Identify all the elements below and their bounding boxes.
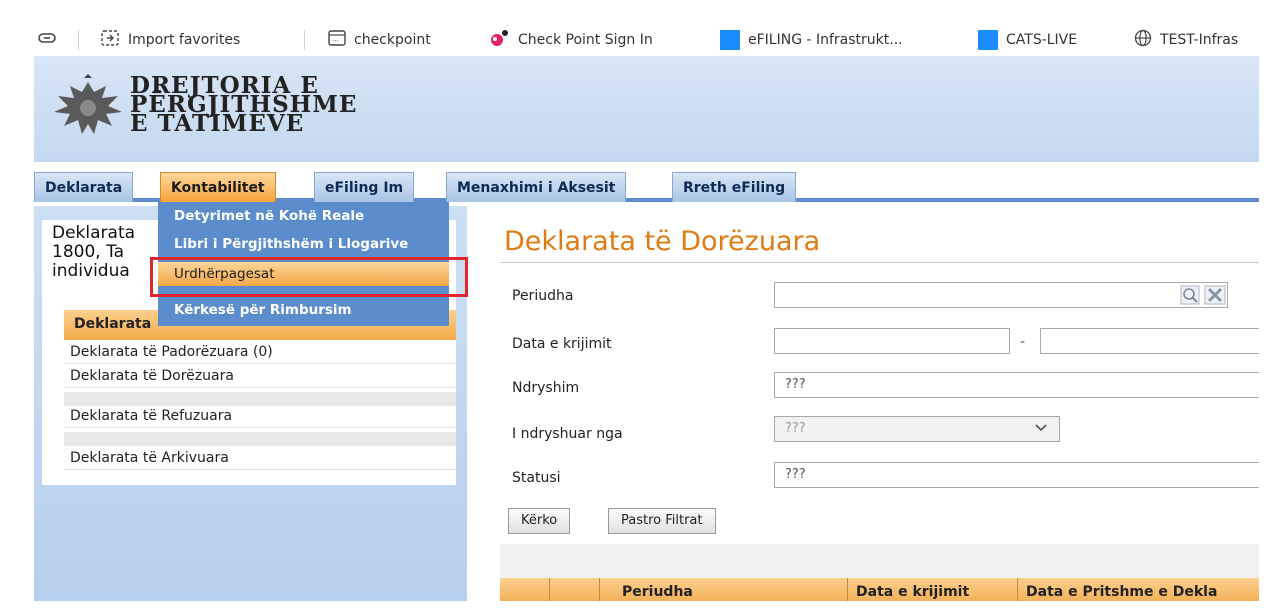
lookup-icon[interactable]: [1180, 285, 1200, 305]
highlight-annotation-box: [150, 257, 468, 297]
eagle-emblem-icon: [48, 74, 128, 144]
search-button[interactable]: Kërko: [508, 508, 571, 534]
tab-icon: [38, 31, 56, 49]
tab-menaxhimi-aksesit[interactable]: Menaxhimi i Aksesit: [446, 172, 627, 202]
created-to-input[interactable]: [1040, 328, 1259, 354]
changed-by-value: ???: [785, 421, 806, 436]
divider: [500, 262, 1259, 263]
favorite-cats-live[interactable]: CATS-LIVE: [978, 26, 1077, 54]
results-table-header: Periudha Data e krijimit Data e Pritshme…: [500, 578, 1259, 601]
divider: [304, 30, 305, 50]
tab-efiling-im[interactable]: eFiling Im: [314, 172, 415, 202]
main-nav: Deklarata Kontabilitet eFiling Im Menaxh…: [34, 162, 1259, 202]
menu-item-kerkese-rimbursim[interactable]: Kërkesë për Rimbursim: [158, 298, 449, 322]
tab-deklarata[interactable]: Deklarata: [34, 172, 134, 202]
favorite-label: TEST-Infras: [1160, 32, 1239, 48]
column-header-icon[interactable]: [550, 578, 600, 601]
site-logo-text: DREJTORIA E PËRGJITHSHME E TATIMEVE: [130, 74, 357, 135]
menu-item-libri[interactable]: Libri i Përgjithshëm i Llogarive: [158, 232, 449, 256]
chevron-down-icon: [1035, 421, 1047, 437]
blue-square-icon: [978, 30, 998, 50]
menu-item-detyrimet[interactable]: Detyrimet në Kohë Reale: [158, 204, 449, 228]
favorite-checkpoint-signin[interactable]: Check Point Sign In: [488, 26, 653, 54]
site-header: DREJTORIA E PËRGJITHSHME E TATIMEVE: [34, 56, 1259, 162]
svg-text:···: ···: [332, 37, 339, 45]
sidebar-item-padorezuara[interactable]: Deklarata të Padorëzuara (0): [64, 344, 456, 364]
globe-icon: [1134, 29, 1152, 51]
range-separator: -: [1020, 334, 1026, 350]
clear-filters-button[interactable]: Pastro Filtrat: [608, 508, 716, 534]
favorite-label: Import favorites: [128, 32, 241, 48]
status-input[interactable]: ???: [774, 462, 1259, 488]
column-header-data-krijimit[interactable]: Data e krijimit: [848, 578, 1018, 601]
tab-rreth-efiling[interactable]: Rreth eFiling: [672, 172, 797, 202]
checkpoint-icon: [488, 29, 510, 51]
favorite-label: Check Point Sign In: [518, 32, 653, 48]
changed-by-label: I ndryshuar nga: [512, 426, 623, 442]
favorite-label: CATS-LIVE: [1006, 32, 1078, 48]
favorite-import[interactable]: Import favorites: [100, 26, 240, 54]
favorite-checkpoint[interactable]: ··· checkpoint: [328, 26, 431, 54]
tab-kontabilitet[interactable]: Kontabilitet: [160, 172, 276, 202]
favorite-test-infras[interactable]: TEST-Infras: [1134, 26, 1238, 54]
divider: [78, 30, 79, 50]
efiling-page: DREJTORIA E PËRGJITHSHME E TATIMEVE Dekl…: [34, 56, 1259, 601]
sidebar-item-arkivuara[interactable]: Deklarata të Arkivuara: [64, 450, 456, 470]
favorite-efiling[interactable]: eFILING - Infrastrukt...: [720, 26, 903, 54]
sidebar-item-refuzuara[interactable]: Deklarata të Refuzuara: [64, 408, 456, 428]
period-label: Periudha: [512, 288, 574, 304]
blue-square-icon: [720, 30, 740, 50]
column-header-periudha[interactable]: Periudha: [600, 578, 848, 601]
list-spacer: [64, 432, 456, 446]
clear-icon[interactable]: [1204, 285, 1226, 305]
favorite-label: eFILING - Infrastrukt...: [748, 32, 903, 48]
period-input[interactable]: [774, 282, 1228, 308]
list-spacer: [64, 392, 456, 406]
change-label: Ndryshim: [512, 380, 580, 396]
created-date-label: Data e krijimit: [512, 336, 612, 352]
import-icon: [100, 29, 120, 51]
page-title: Deklarata të Dorëzuara: [504, 226, 821, 257]
favorite-tab-actions[interactable]: [38, 26, 64, 54]
favorite-label: checkpoint: [354, 32, 431, 48]
created-from-input[interactable]: [774, 328, 1010, 354]
column-header-data-pritshme[interactable]: Data e Pritshme e Dekla: [1018, 578, 1259, 601]
change-input[interactable]: ???: [774, 372, 1259, 398]
sidebar-item-dorezuara[interactable]: Deklarata të Dorëzuara: [64, 368, 456, 388]
column-header-select[interactable]: [500, 578, 550, 601]
page-icon: ···: [328, 30, 346, 50]
changed-by-select[interactable]: ???: [774, 416, 1060, 442]
status-label: Statusi: [512, 470, 561, 486]
